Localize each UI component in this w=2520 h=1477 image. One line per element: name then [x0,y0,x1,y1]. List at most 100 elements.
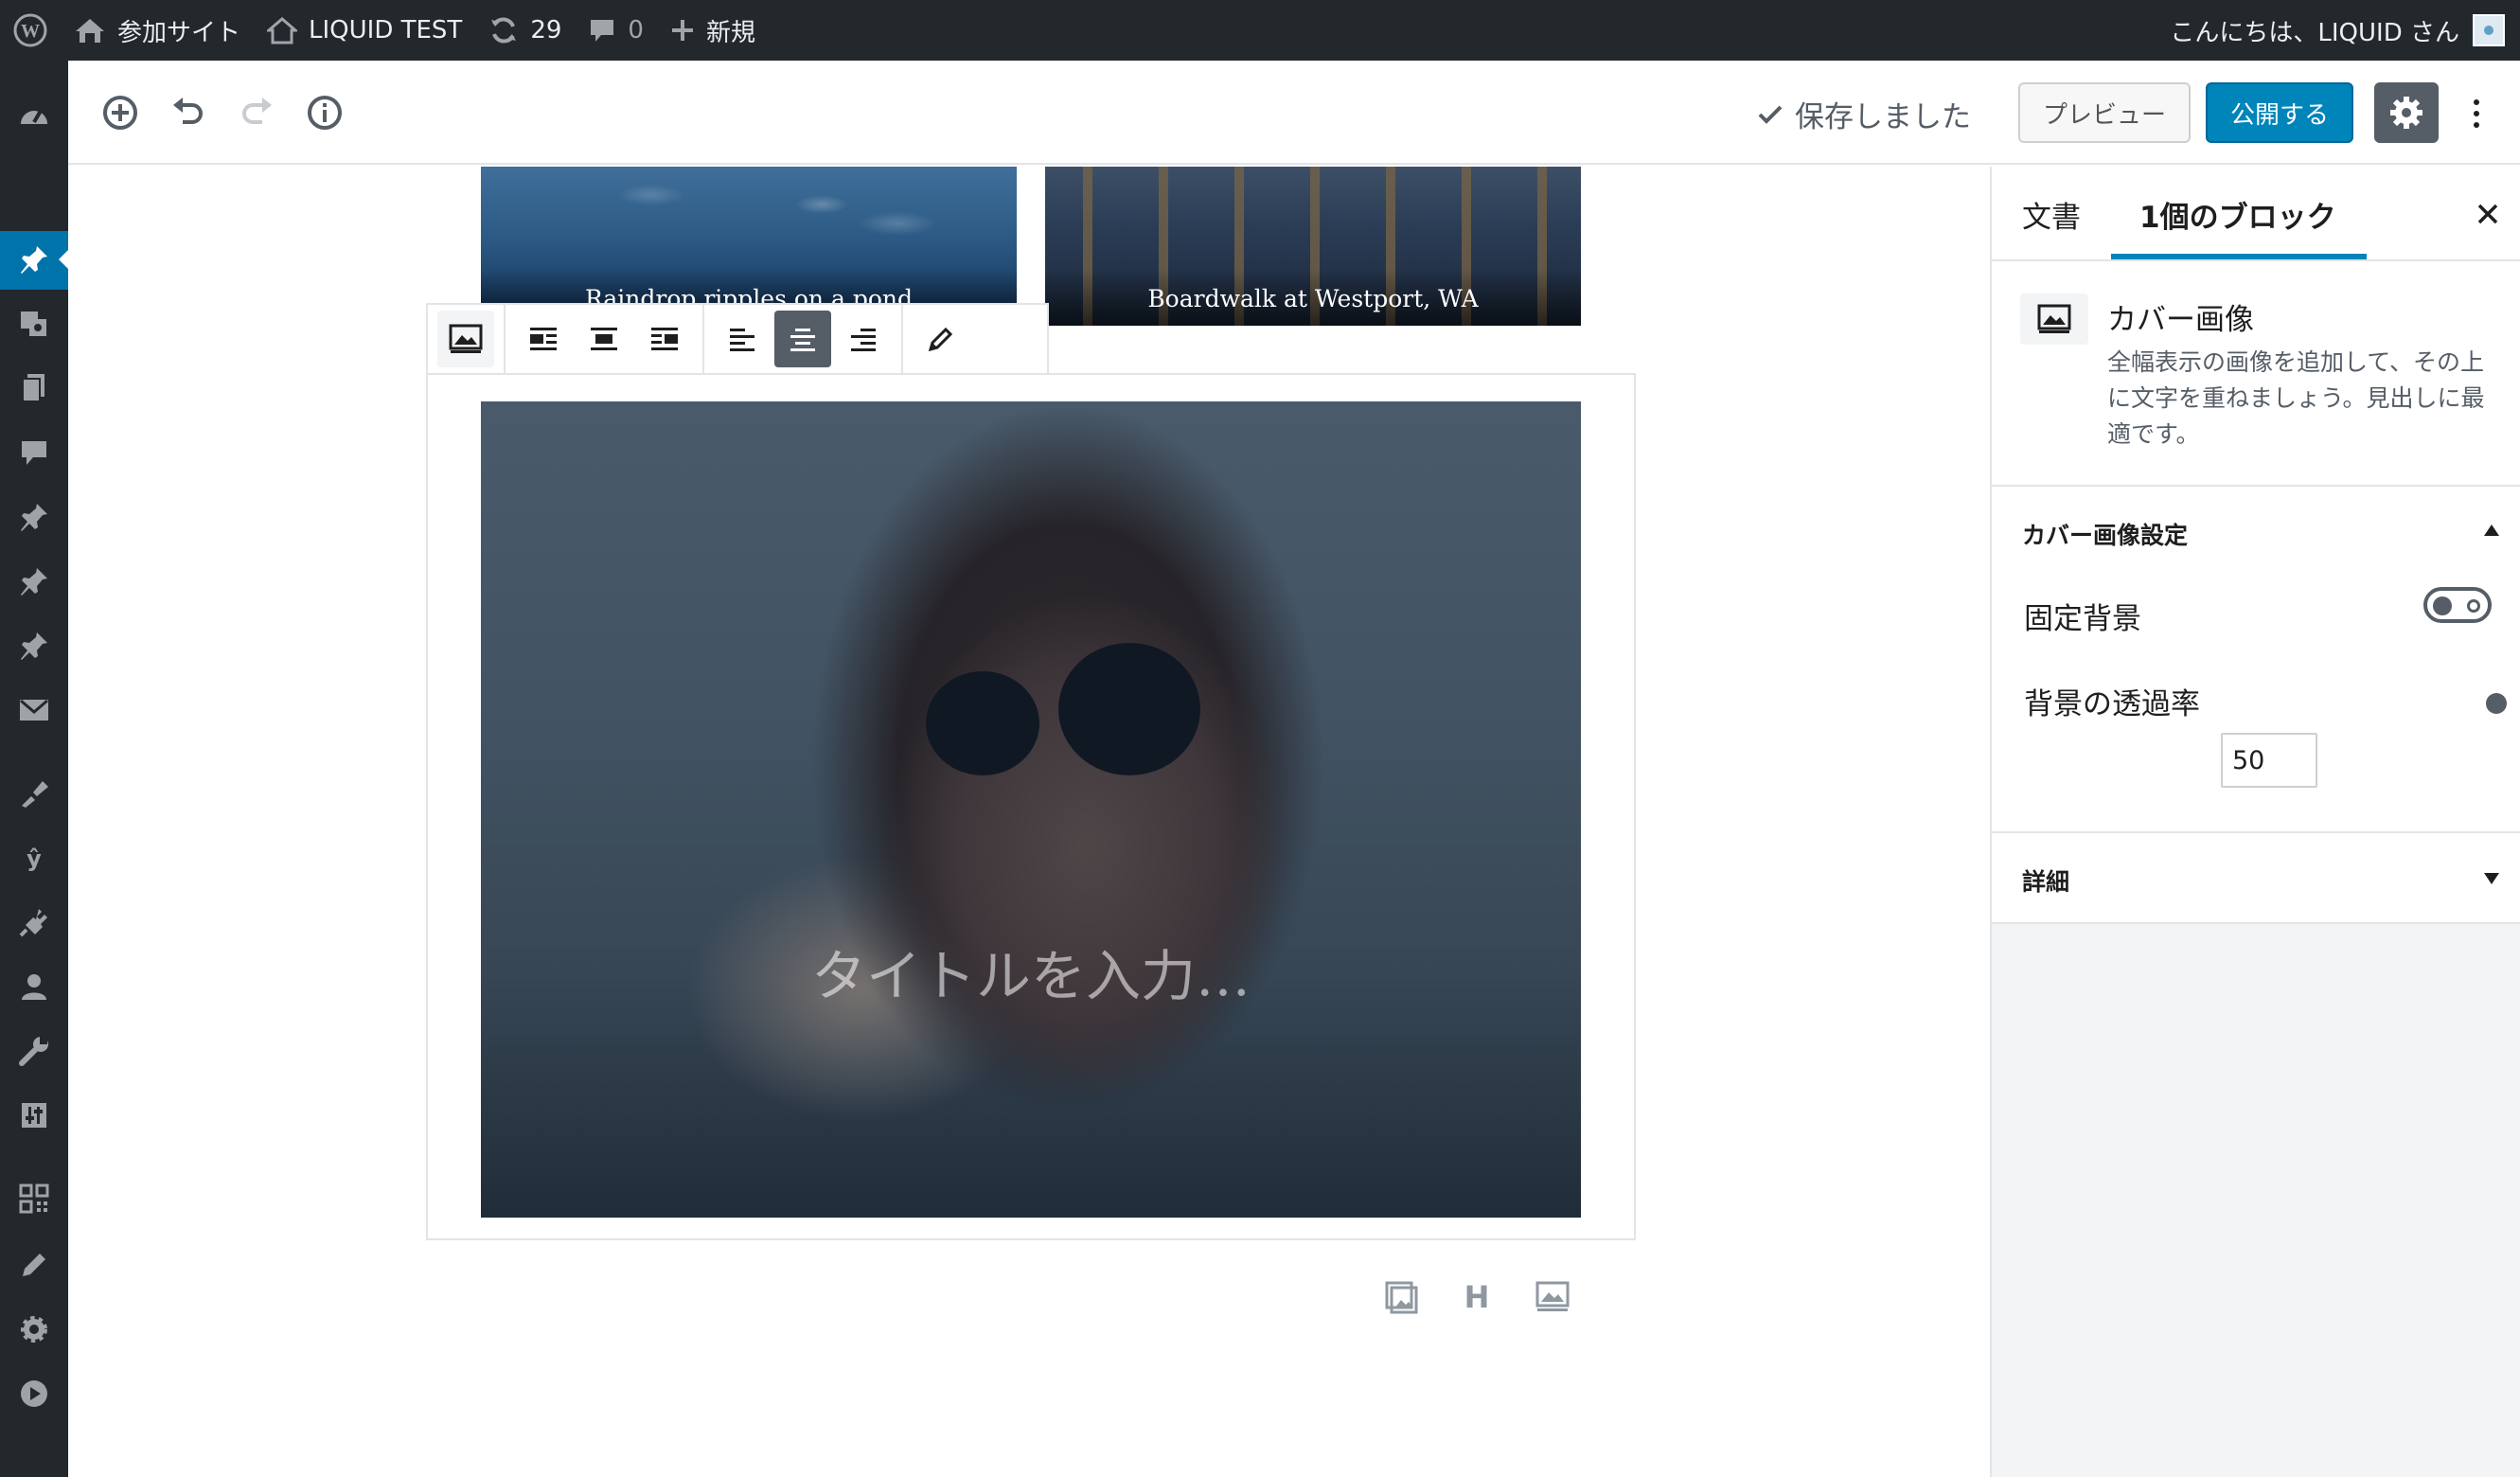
media-icon[interactable] [15,305,53,343]
appearance-icon[interactable] [15,774,53,812]
wordpress-logo-icon[interactable]: W [0,0,61,61]
more-dot-icon [2474,99,2479,105]
more-dot-icon [2474,111,2479,116]
settings-sidebar: 文書 1個のブロック カバー画像 全幅表示の画像を追加して、その上に文字を重ねま… [1990,167,2520,1477]
image-icon [1385,1281,1418,1314]
mail-icon[interactable] [15,691,53,729]
align-right-float-icon [651,328,678,350]
editor-canvas: Raindrop ripples on a pond Boardwalk at … [68,167,1990,1477]
avatar [2473,14,2505,46]
text-align-group [704,305,903,373]
insert-image-shortcut[interactable] [1382,1278,1420,1316]
settings-gear-icon[interactable] [15,1310,53,1348]
align-left-float-button[interactable] [515,311,572,367]
new-label: 新規 [705,18,755,47]
text-align-center-icon [790,329,815,351]
editor-header: 保存しました プレビュー 公開する [68,61,2520,165]
site-name-menu[interactable]: LIQUID TEST [254,0,475,61]
posts-pin-icon[interactable] [15,240,53,278]
toggle-off-indicator-icon [2467,599,2480,613]
my-sites-menu[interactable]: 参加サイト [61,0,254,61]
custom-post-pin-icon-2[interactable] [15,562,53,600]
block-toolbar [426,303,1049,375]
greeting: こんにちは、LIQUID さん [2170,18,2459,47]
site-title: LIQUID TEST [309,16,463,44]
settings-toggle-button[interactable] [2374,82,2439,143]
edit-group [903,305,979,373]
gallery-caption[interactable]: Boardwalk at Westport, WA [1045,269,1581,326]
redo-button[interactable] [233,89,280,136]
active-tab-indicator [2111,254,2367,259]
svg-text:ŷ: ŷ [27,845,42,872]
admin-sidebar-menu: ŷ [0,61,70,1477]
pencil-icon [928,327,953,352]
block-description: 全幅表示の画像を追加して、その上に文字を重ねましょう。見出しに最適です。 [2107,348,2485,448]
align-center-block-button[interactable] [576,311,632,367]
redo-icon [242,98,272,124]
cover-overlay [481,401,1581,1218]
tools-icon[interactable] [15,1032,53,1070]
collapse-arrow-icon[interactable] [2484,525,2499,536]
gallery-image-raindrops[interactable]: Raindrop ripples on a pond [481,167,1017,326]
text-align-left-button[interactable] [714,311,771,367]
undo-button[interactable] [165,89,212,136]
close-icon [2477,204,2498,224]
custom-post-pin-icon-3[interactable] [15,627,53,665]
svg-text:W: W [21,21,40,42]
gallery-image-boardwalk[interactable]: Boardwalk at Westport, WA [1045,167,1581,326]
text-align-center-button[interactable] [774,311,831,367]
advanced-toggle[interactable]: 詳細 [2022,863,2069,898]
sidebar-tabs: 文書 1個のブロック [1992,167,2520,261]
tab-block[interactable]: 1個のブロック [2139,193,2336,236]
tab-document[interactable]: 文書 [2022,193,2081,236]
cover-title-input[interactable]: タイトルを入力… [481,932,1581,1011]
close-sidebar-button[interactable] [2471,197,2505,231]
comments-menu-icon[interactable] [15,434,53,472]
background-opacity-label: 背景の透過率 [2024,687,2200,721]
home-icon [267,17,298,44]
fixed-background-toggle[interactable] [2423,587,2492,623]
updates-count: 29 [530,16,562,44]
align-right-float-button[interactable] [636,311,693,367]
users-icon[interactable] [15,968,53,1005]
preview-button[interactable]: プレビュー [2018,82,2191,143]
opacity-slider-handle[interactable] [2486,693,2507,714]
content-info-button[interactable] [301,89,348,136]
play-icon[interactable] [15,1375,53,1413]
saved-status-text: 保存しました [1795,100,1971,134]
text-align-right-button[interactable] [835,311,892,367]
block-icon [2020,294,2088,345]
comments-menu[interactable]: 0 [575,0,657,61]
block-card: カバー画像 全幅表示の画像を追加して、その上に文字を重ねましょう。見出しに最適で… [1992,261,2520,487]
my-sites-icon [76,19,104,43]
inserter-shortcuts: H [1382,1278,1571,1316]
settings-sliders-icon[interactable] [15,1096,53,1134]
custom-post-pin-icon[interactable] [15,498,53,536]
pages-icon[interactable] [15,369,53,407]
align-center-block-icon [591,328,617,350]
qr-code-icon[interactable] [15,1180,53,1218]
plugins-icon[interactable] [15,903,53,941]
cover-settings-toggle[interactable]: カバー画像設定 [2022,517,2188,551]
gear-icon [2390,97,2422,129]
dashboard-icon[interactable] [15,97,53,134]
more-menu-button[interactable] [2458,87,2495,140]
edit-image-button[interactable] [913,311,969,367]
expand-arrow-icon[interactable] [2484,873,2499,884]
plugin-logo-icon[interactable]: ŷ [15,839,53,877]
my-account-menu[interactable]: こんにちは、LIQUID さん [2170,0,2505,61]
block-title: カバー画像 [2107,303,2254,337]
insert-heading-shortcut[interactable]: H [1458,1278,1496,1316]
publish-button[interactable]: 公開する [2206,82,2353,143]
opacity-number-input[interactable]: 50 [2221,733,2317,788]
cover-image-block[interactable]: タイトルを入力… [481,401,1581,1218]
comment-icon [591,20,614,42]
new-content-menu[interactable]: 新規 [657,0,769,61]
insert-cover-shortcut[interactable] [1534,1278,1571,1316]
add-block-button[interactable] [97,89,144,136]
block-type-switcher[interactable] [437,311,494,367]
updates-menu[interactable]: 29 [475,0,575,61]
cover-image-icon [449,324,483,353]
block-switcher-group [428,305,506,373]
pen-icon[interactable] [15,1246,53,1284]
